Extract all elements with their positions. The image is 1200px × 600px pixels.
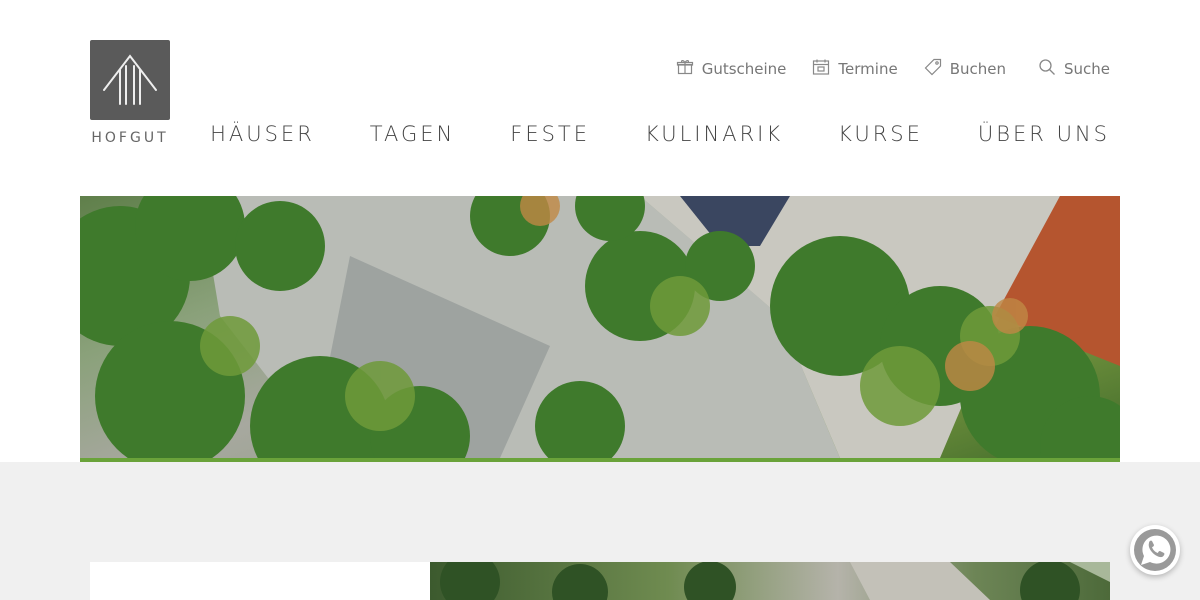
utility-label: Buchen	[949, 60, 1006, 78]
whatsapp-button[interactable]	[1130, 525, 1180, 575]
nav-feste[interactable]: FESTE	[510, 122, 590, 146]
main-nav: HÄUSER TAGEN FESTE KULINARIK KURSE ÜBER …	[210, 122, 1110, 146]
hero-image	[80, 196, 1120, 458]
brand-logo[interactable]: HOFGUT	[90, 40, 170, 146]
calendar-icon	[812, 58, 830, 80]
utility-buchen[interactable]: Buchen	[924, 58, 1006, 80]
search-icon	[1038, 58, 1056, 80]
teaser-image	[430, 562, 1110, 600]
teaser-card	[90, 562, 430, 600]
utility-label: Suche	[1063, 60, 1110, 78]
gift-icon	[676, 58, 694, 80]
teaser-photo-illustration	[440, 562, 1110, 600]
utility-label: Termine	[838, 60, 898, 78]
nav-ueber-uns[interactable]: ÜBER UNS	[978, 122, 1110, 146]
logo-mark-icon	[90, 40, 170, 120]
nav-kulinarik[interactable]: KULINARIK	[645, 122, 783, 146]
utility-termine[interactable]: Termine	[812, 58, 898, 80]
nav-kurse[interactable]: KURSE	[838, 122, 923, 146]
utility-label: Gutscheine	[701, 60, 787, 78]
nav-tagen[interactable]: TAGEN	[370, 122, 455, 146]
tag-icon	[924, 58, 942, 80]
utility-suche[interactable]: Suche	[1038, 58, 1110, 80]
utility-nav: Gutscheine Termine Buchen Suche	[676, 58, 1110, 80]
whatsapp-icon	[1130, 529, 1180, 579]
site-header: HOFGUT Gutscheine Termine Buchen Suche H…	[0, 0, 1200, 196]
utility-gutscheine[interactable]: Gutscheine	[676, 58, 787, 80]
hero-photo-illustration	[80, 196, 1120, 458]
brand-name: HOFGUT	[91, 130, 169, 146]
nav-haeuser[interactable]: HÄUSER	[210, 122, 315, 146]
